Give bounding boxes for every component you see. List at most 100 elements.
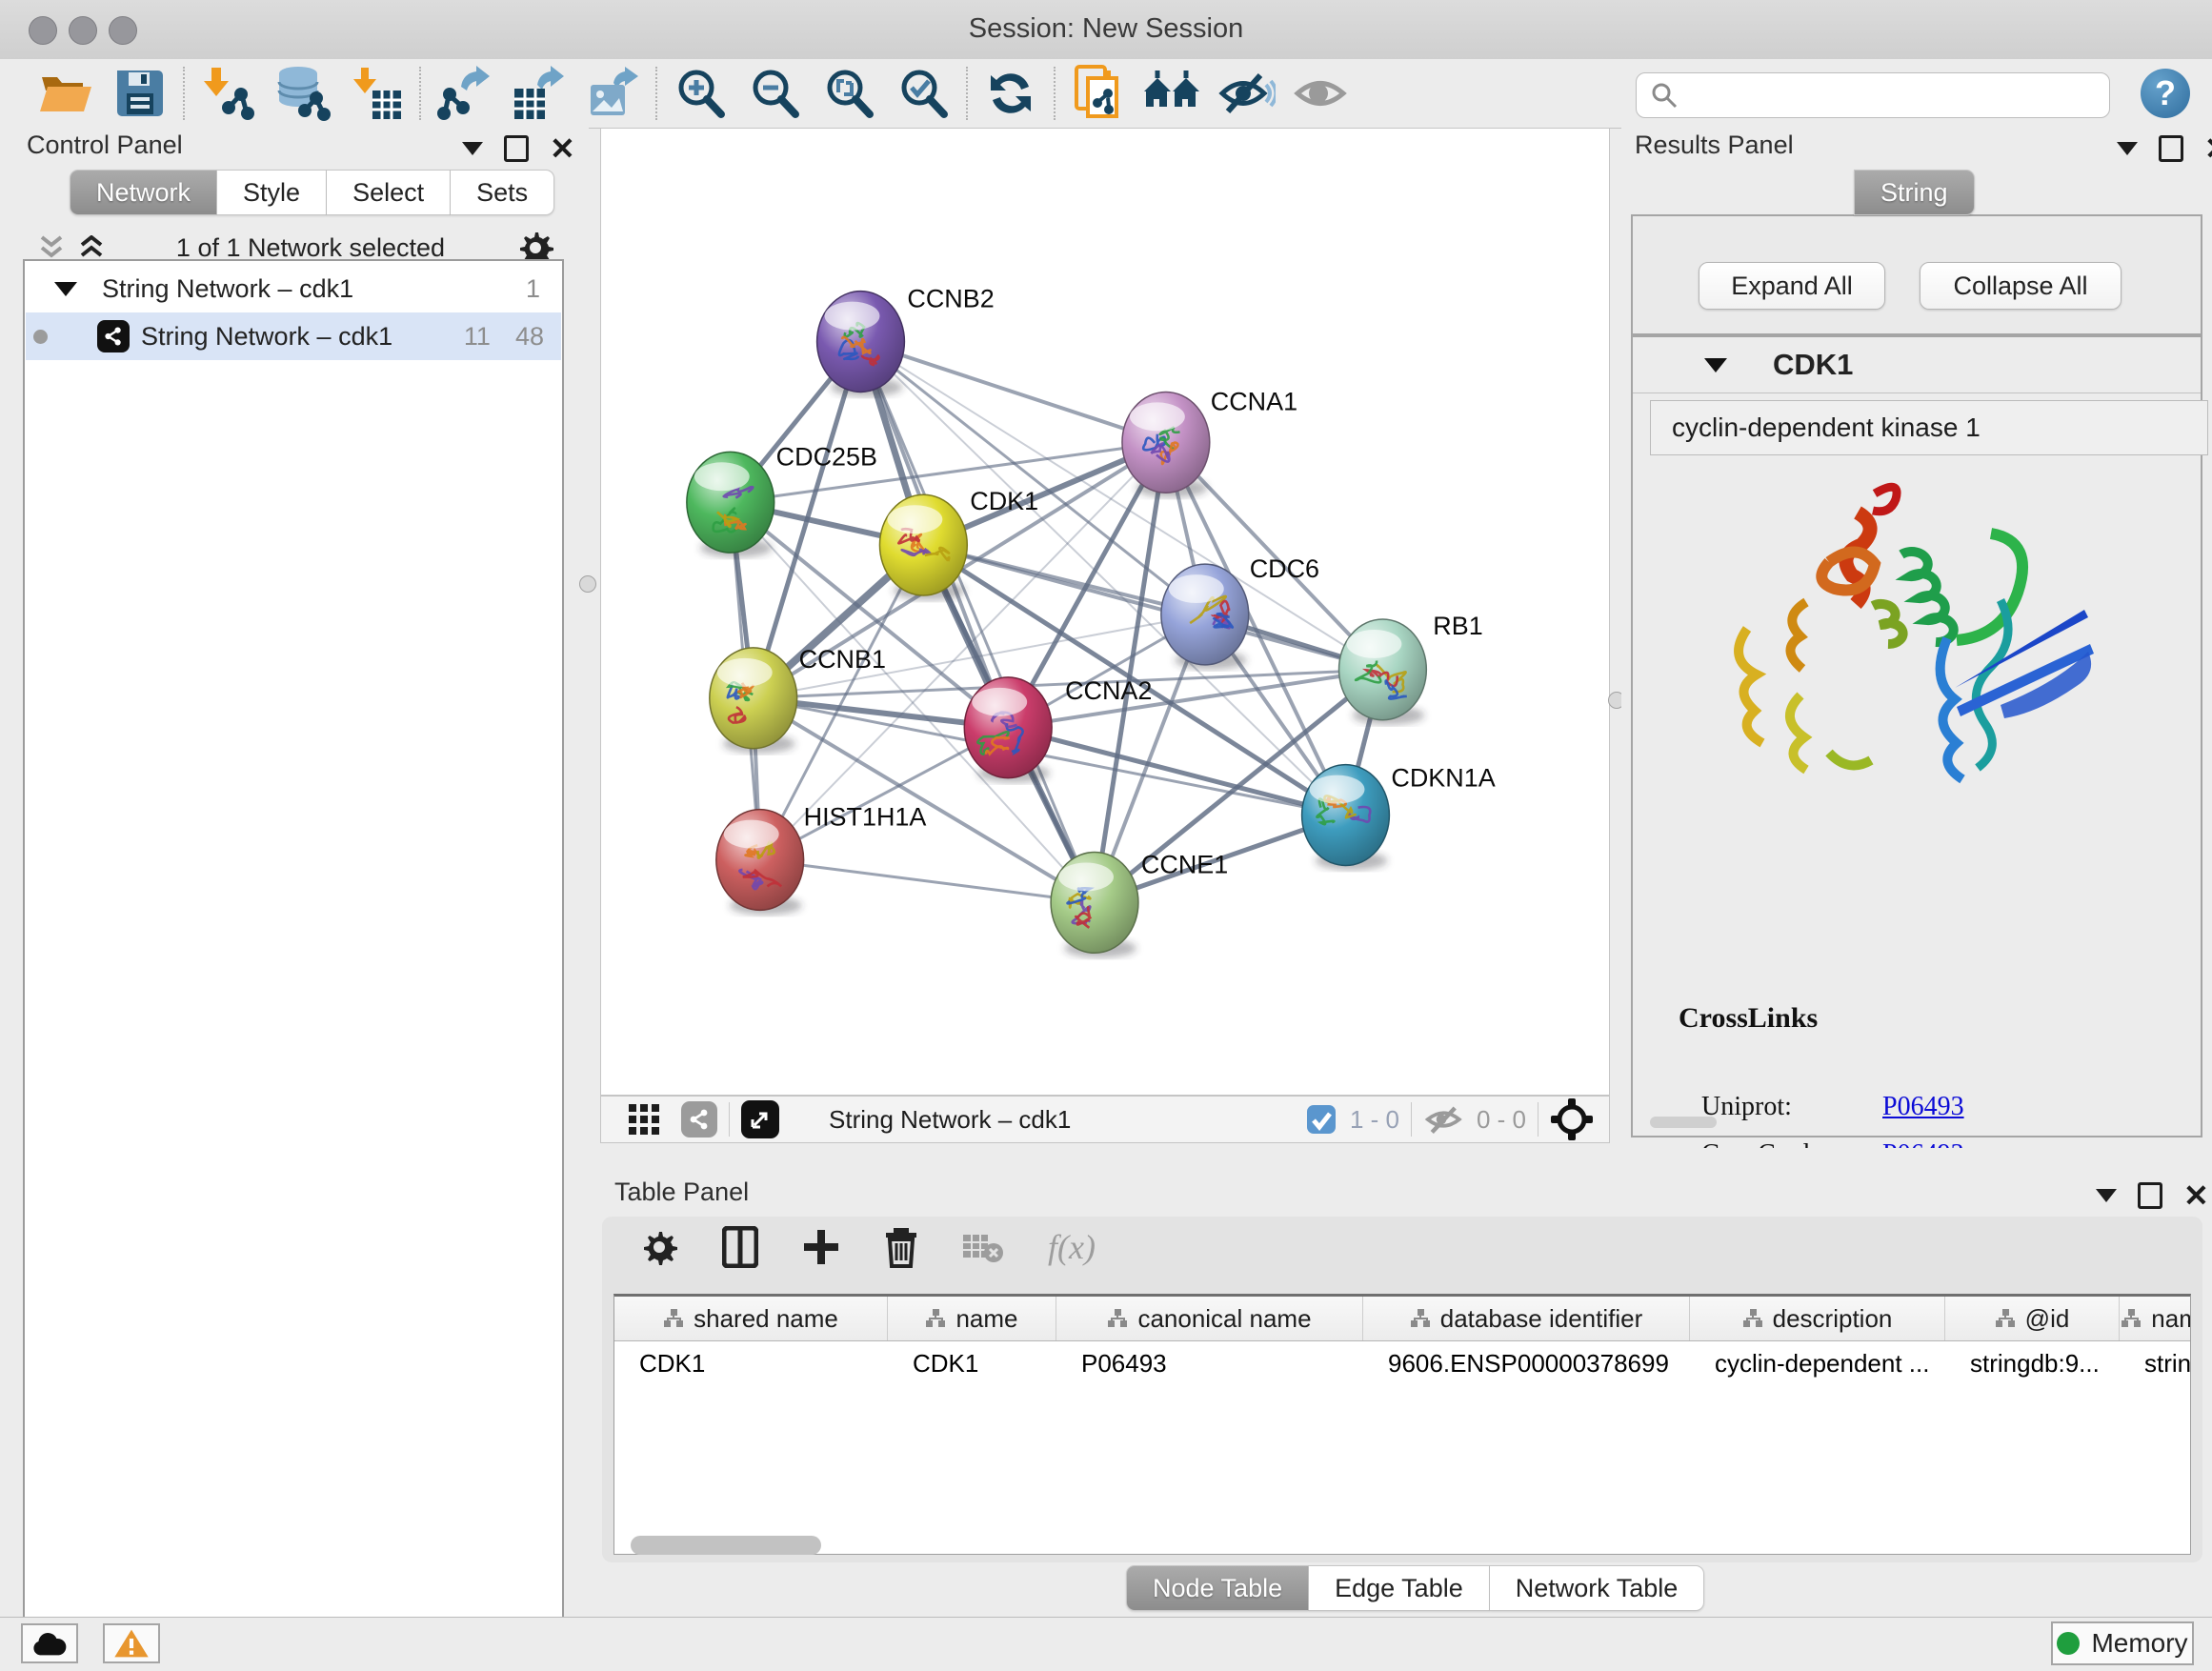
network-birdseye-icon[interactable] <box>681 1101 717 1137</box>
panel-maximize-button[interactable] <box>2159 135 2183 162</box>
network-node-CDKN1A[interactable] <box>1302 765 1390 871</box>
show-hidden-button[interactable] <box>1284 62 1358 125</box>
import-table-button[interactable] <box>339 62 413 125</box>
network-canvas[interactable]: CCNB2CCNA1CDC25BCDK1CDC6RB1CCNB1CCNA2CDK… <box>600 128 1610 1096</box>
zoom-selected-button[interactable] <box>886 62 960 125</box>
results-hscroll-thumb[interactable] <box>1650 1117 1717 1128</box>
fit-selection-target-icon[interactable] <box>1550 1097 1594 1141</box>
open-session-button[interactable] <box>29 62 103 125</box>
panel-close-button[interactable]: ✕ <box>550 133 575 164</box>
table-cell[interactable]: P06493 <box>1056 1341 1363 1385</box>
import-network-button[interactable] <box>191 62 265 125</box>
network-node-HIST1H1A[interactable] <box>716 810 804 916</box>
cloud-status-button[interactable] <box>21 1623 78 1663</box>
network-collection-row[interactable]: String Network – cdk1 1 <box>26 265 561 312</box>
clone-network-button[interactable] <box>1061 62 1136 125</box>
detach-view-icon[interactable] <box>741 1100 779 1138</box>
crosslink-label: Uniprot: <box>1701 1092 1882 1122</box>
hide-selected-button[interactable] <box>1210 62 1284 125</box>
panel-float-button[interactable] <box>2096 1189 2117 1202</box>
network-node-CDC6[interactable] <box>1161 564 1249 670</box>
zoom-in-button[interactable] <box>663 62 737 125</box>
node-label-CCNB2: CCNB2 <box>907 285 994 313</box>
network-node-CCNE1[interactable] <box>1051 853 1138 958</box>
import-network-from-database-button[interactable] <box>265 62 339 125</box>
table-hscroll-thumb[interactable] <box>631 1536 821 1555</box>
collapse-all-button[interactable]: Collapse All <box>1920 262 2122 310</box>
export-table-button[interactable] <box>501 62 575 125</box>
network-edge-count: 48 <box>515 322 544 352</box>
table-cell[interactable]: 9606.ENSP00000378699 <box>1363 1341 1690 1385</box>
panel-maximize-button[interactable] <box>2138 1182 2162 1209</box>
grid-view-icon[interactable] <box>628 1103 660 1136</box>
column-header-database-identifier[interactable]: database identifier <box>1363 1297 1690 1340</box>
table-row[interactable]: CDK1CDK1P064939606.ENSP00000378699cyclin… <box>614 1341 2190 1385</box>
first-neighbors-button[interactable] <box>1136 62 1210 125</box>
expand-all-button[interactable]: Expand All <box>1699 262 1885 310</box>
network-node-CDK1[interactable] <box>879 494 967 600</box>
column-header-shared-name[interactable]: shared name <box>614 1297 888 1340</box>
toolbar-search <box>1636 72 2110 118</box>
crosslink-link[interactable]: P06493 <box>1882 1092 1964 1122</box>
show-columns-icon[interactable] <box>722 1226 758 1268</box>
panel-close-button[interactable]: ✕ <box>2204 133 2212 164</box>
tab-network-table[interactable]: Network Table <box>1490 1565 1705 1611</box>
column-header-@id[interactable]: @id <box>1945 1297 2120 1340</box>
warnings-button[interactable] <box>103 1623 160 1663</box>
delete-column-trash-icon[interactable] <box>884 1226 918 1268</box>
tab-style[interactable]: Style <box>217 170 327 215</box>
export-table-icon <box>511 66 566 121</box>
panel-maximize-button[interactable] <box>504 135 529 162</box>
create-column-plus-icon[interactable] <box>802 1228 840 1266</box>
zoom-out-button[interactable] <box>737 62 812 125</box>
gene-section-header[interactable]: CDK1 <box>1633 337 2201 393</box>
network-node-CCNA1[interactable] <box>1122 392 1210 497</box>
collection-expander-icon[interactable] <box>54 282 77 296</box>
column-header-namespace[interactable]: namespace <box>2120 1297 2191 1340</box>
collapse-all-icon[interactable] <box>38 235 65 260</box>
expand-all-icon[interactable] <box>78 235 105 260</box>
selected-checkbox-icon[interactable] <box>1306 1104 1337 1135</box>
table-cell[interactable]: cyclin-dependent ... <box>1690 1341 1945 1385</box>
panel-float-button[interactable] <box>2117 142 2138 155</box>
network-node-CCNA2[interactable] <box>964 677 1052 783</box>
tab-node-table[interactable]: Node Table <box>1126 1565 1309 1611</box>
network-node-RB1[interactable] <box>1339 619 1427 725</box>
crosslinks-heading: CrossLinks <box>1679 1002 1818 1035</box>
network-node-CDC25B[interactable] <box>687 452 774 557</box>
table-cell[interactable]: stringdb:9... <box>1945 1341 2120 1385</box>
network-view-title: String Network – cdk1 <box>829 1105 1071 1135</box>
column-header-canonical-name[interactable]: canonical name <box>1056 1297 1363 1340</box>
two-houses-icon <box>1142 69 1203 118</box>
table-options-gear-icon[interactable] <box>640 1228 678 1266</box>
tab-select[interactable]: Select <box>327 170 451 215</box>
table-cell[interactable]: stringdb <box>2120 1341 2191 1385</box>
eye-slash-icon <box>1218 68 1276 119</box>
table-cell[interactable]: CDK1 <box>614 1341 888 1385</box>
tab-sets[interactable]: Sets <box>451 170 554 215</box>
refresh-button[interactable] <box>974 62 1048 125</box>
export-image-button[interactable] <box>575 62 650 125</box>
memory-button[interactable]: Memory <box>2051 1621 2194 1665</box>
help-button[interactable]: ? <box>2141 69 2190 118</box>
network-node-CCNB1[interactable] <box>710 648 797 754</box>
gene-expander-icon[interactable] <box>1704 358 1727 372</box>
column-header-name[interactable]: name <box>888 1297 1056 1340</box>
search-input[interactable] <box>1679 80 2082 111</box>
memory-status-dot-icon <box>2057 1632 2080 1655</box>
zoom-fit-button[interactable] <box>812 62 886 125</box>
left-splitter-knob[interactable] <box>579 575 596 593</box>
node-table: shared namenamecanonical namedatabase id… <box>613 1294 2191 1555</box>
delete-table-icon <box>962 1231 1004 1263</box>
table-cell[interactable]: CDK1 <box>888 1341 1056 1385</box>
save-session-button[interactable] <box>103 62 177 125</box>
tab-network[interactable]: Network <box>70 170 217 215</box>
panel-float-button[interactable] <box>462 142 483 155</box>
results-panel: Results Panel ✕ String Expand All Collap… <box>1621 128 2212 1164</box>
network-row[interactable]: String Network – cdk1 11 48 <box>26 312 561 360</box>
column-header-description[interactable]: description <box>1690 1297 1945 1340</box>
export-network-button[interactable] <box>427 62 501 125</box>
panel-close-button[interactable]: ✕ <box>2183 1180 2209 1211</box>
tab-string[interactable]: String <box>1854 170 1975 215</box>
tab-edge-table[interactable]: Edge Table <box>1309 1565 1490 1611</box>
